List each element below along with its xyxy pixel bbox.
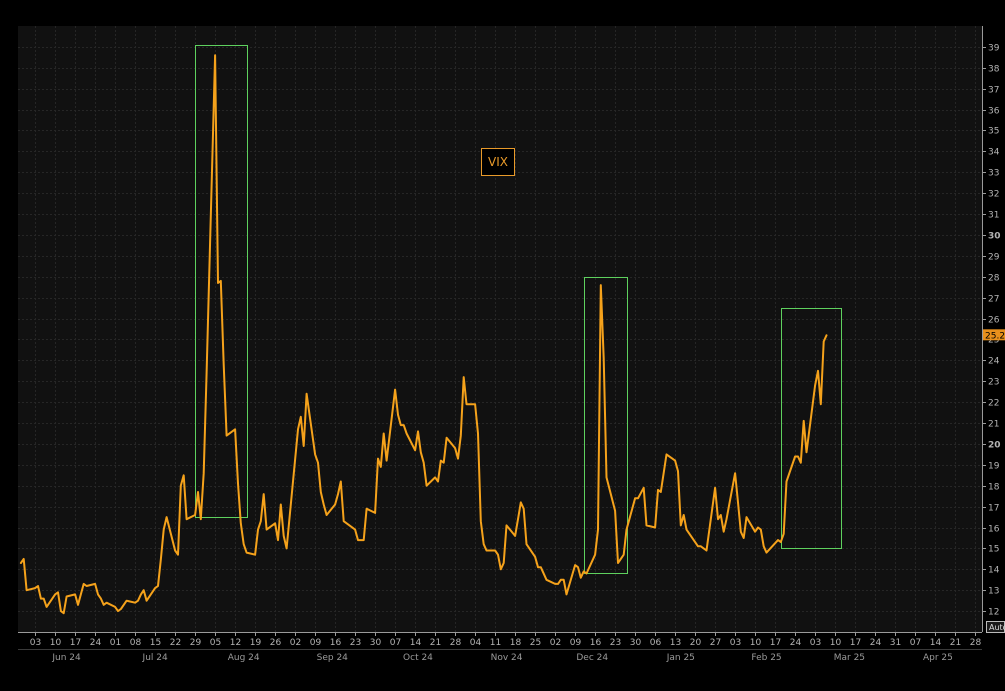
x-tick-label: 10 (50, 638, 62, 648)
x-tick-label: 16 (330, 638, 342, 648)
x-tick-label: 19 (250, 638, 262, 648)
y-tick-label: 22 (988, 399, 999, 409)
y-tick-label: 26 (988, 316, 1000, 326)
month-label: Aug 24 (228, 653, 260, 663)
x-tick-label: 06 (650, 638, 662, 648)
x-tick-label: 17 (70, 638, 81, 648)
x-tick-label: 14 (930, 638, 942, 648)
x-tick-label: 10 (750, 638, 762, 648)
y-tick-label: 34 (988, 148, 1000, 158)
y-tick-label: 23 (988, 378, 999, 388)
month-label: Nov 24 (491, 653, 523, 663)
month-label: Dec 24 (576, 653, 608, 663)
y-tick-label: 24 (988, 357, 1000, 367)
y-tick-label: 16 (988, 525, 1000, 535)
axis-mode-label[interactable]: Auto (989, 623, 1005, 632)
legend: VIX (481, 148, 515, 176)
month-label: Mar 25 (834, 653, 865, 663)
y-tick-label: 15 (988, 545, 999, 555)
x-tick-label: 10 (830, 638, 842, 648)
x-tick-label: 22 (170, 638, 181, 648)
x-tick-label: 09 (570, 638, 582, 648)
x-tick-label: 07 (390, 638, 401, 648)
y-tick-label: 32 (988, 190, 999, 200)
y-tick-label: 39 (988, 44, 1000, 54)
y-tick-label: 18 (988, 483, 1000, 493)
x-tick-label: 24 (90, 638, 102, 648)
y-tick-label: 36 (988, 107, 1000, 117)
y-tick-label: 13 (988, 587, 999, 597)
y-tick-label: 20 (988, 441, 1001, 451)
x-tick-label: 04 (470, 638, 482, 648)
x-tick-label: 31 (890, 638, 901, 648)
x-tick-label: 11 (490, 638, 501, 648)
y-tick-label: 31 (988, 211, 999, 221)
x-tick-label: 20 (690, 638, 702, 648)
x-tick-label: 03 (730, 638, 741, 648)
x-tick-label: 16 (590, 638, 602, 648)
x-tick-label: 28 (970, 638, 982, 648)
x-tick-label: 23 (610, 638, 621, 648)
x-tick-label: 28 (450, 638, 462, 648)
x-tick-label: 12 (230, 638, 241, 648)
x-tick-label: 08 (130, 638, 142, 648)
y-tick-label: 17 (988, 504, 999, 514)
x-tick-label: 21 (430, 638, 441, 648)
x-tick-label: 17 (850, 638, 861, 648)
y-tick-label: 37 (988, 86, 999, 96)
x-tick-label: 09 (310, 638, 322, 648)
x-tick-label: 23 (350, 638, 361, 648)
x-tick-label: 14 (410, 638, 422, 648)
x-tick-label: 15 (150, 638, 161, 648)
x-tick-label: 25 (530, 638, 541, 648)
y-tick-label: 28 (988, 274, 1000, 284)
x-tick-label: 02 (290, 638, 301, 648)
x-tick-label: 27 (710, 638, 721, 648)
last-value-badge: 25.20 (983, 329, 1005, 341)
vix-line-chart: 12 13 14 15 16 17 18 19 20 21 22 23 24 25 26 27 28 29 30 31… (0, 0, 1005, 691)
y-tick-label: 19 (988, 462, 1000, 472)
y-tick-label: 35 (988, 127, 999, 137)
x-tick-label: 13 (670, 638, 681, 648)
x-tick-label: 05 (210, 638, 221, 648)
x-tick-label: 02 (550, 638, 561, 648)
x-tick-label: 01 (110, 638, 121, 648)
month-label: Jul 24 (142, 653, 168, 663)
y-tick-label: 27 (988, 295, 999, 305)
x-tick-label: 26 (270, 638, 282, 648)
x-tick-label: 03 (810, 638, 821, 648)
x-tick-label: 30 (630, 638, 642, 648)
x-tick-label: 30 (370, 638, 382, 648)
y-tick-label: 12 (988, 608, 999, 618)
month-label: Jan 25 (666, 653, 695, 663)
x-tick-label: 24 (790, 638, 802, 648)
legend-label: VIX (488, 155, 508, 169)
x-tick-label: 18 (510, 638, 522, 648)
y-tick-label: 38 (988, 65, 1000, 75)
y-tick-label: 21 (988, 420, 999, 430)
axis-mode-button[interactable]: Auto (986, 621, 1005, 633)
x-tick-label: 29 (190, 638, 202, 648)
month-label: Apr 25 (923, 653, 953, 663)
month-label: Oct 24 (403, 653, 433, 663)
last-value-label: 25.20 (985, 331, 1005, 341)
x-tick-label: 03 (30, 638, 41, 648)
y-tick-label: 14 (988, 566, 1000, 576)
y-tick-label: 30 (988, 232, 1001, 242)
y-tick-label: 33 (988, 169, 999, 179)
month-label: Jun 24 (51, 653, 81, 663)
x-tick-label: 07 (910, 638, 921, 648)
x-tick-label: 24 (870, 638, 882, 648)
y-tick-label: 29 (988, 253, 1000, 263)
x-tick-label: 17 (770, 638, 781, 648)
month-label: Feb 25 (751, 653, 781, 663)
month-label: Sep 24 (317, 653, 349, 663)
x-tick-label: 21 (950, 638, 961, 648)
